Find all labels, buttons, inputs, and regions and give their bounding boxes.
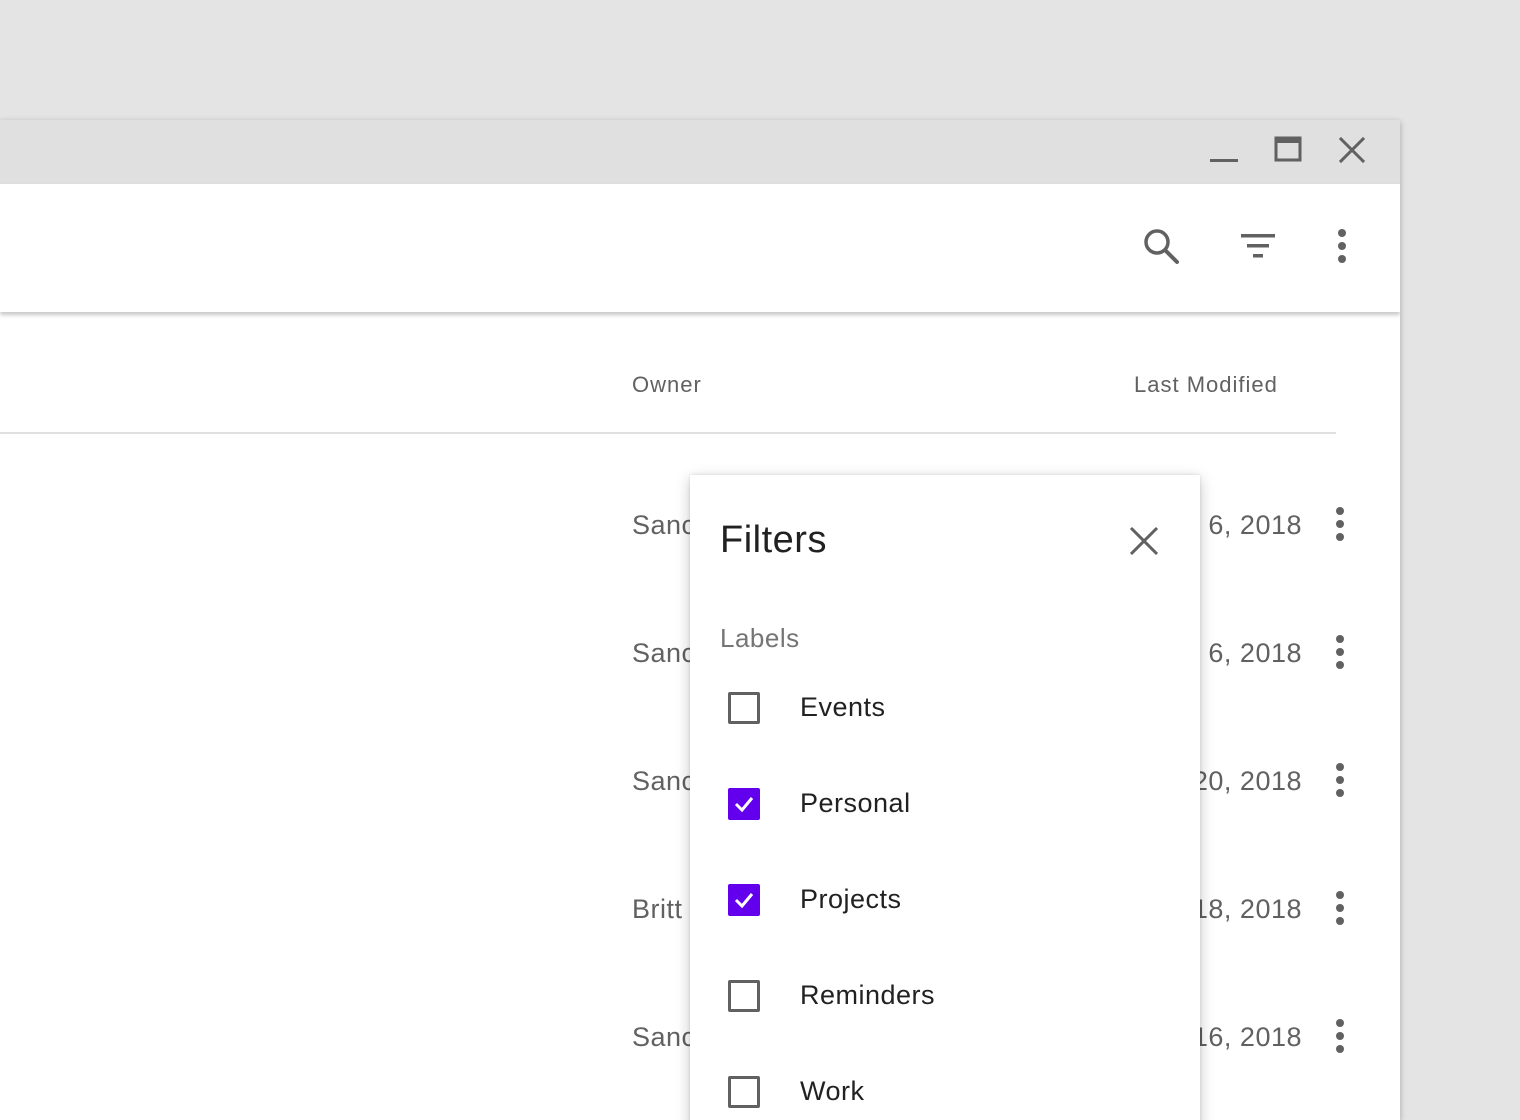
minimize-button[interactable]	[1204, 132, 1244, 172]
close-icon	[1337, 135, 1367, 170]
filters-panel: Filters Labels Events Personal Projects …	[690, 475, 1200, 1120]
top-app-bar	[0, 184, 1400, 312]
more-vert-icon	[1320, 760, 1360, 805]
row-owner: Sanc	[632, 638, 696, 668]
filter-list-icon	[1238, 226, 1278, 271]
filter-option-personal[interactable]: Personal	[720, 774, 1170, 834]
more-vert-icon	[1320, 504, 1360, 549]
window-close-button[interactable]	[1332, 132, 1372, 172]
more-vert-icon	[1320, 888, 1360, 933]
row-owner: Sanc	[632, 510, 696, 540]
more-vert-icon	[1322, 226, 1362, 271]
app-window: Owner Last Modified Sanc 6, 2018 Sanc 6,…	[0, 120, 1400, 1120]
checkbox[interactable]	[728, 980, 760, 1012]
row-date: 6, 2018	[1208, 638, 1302, 668]
filter-option-label: Projects	[800, 884, 902, 914]
search-button[interactable]	[1137, 224, 1185, 272]
row-owner: Sanc	[632, 1022, 696, 1052]
column-header-owner[interactable]: Owner	[632, 372, 702, 398]
row-owner: Sanc	[632, 766, 696, 796]
row-date: 6, 2018	[1208, 510, 1302, 540]
title-bar	[0, 120, 1400, 184]
row-more-button[interactable]	[1320, 506, 1360, 546]
filter-button[interactable]	[1234, 224, 1282, 272]
filter-option-projects[interactable]: Projects	[720, 870, 1170, 930]
filter-option-label: Work	[800, 1076, 865, 1106]
search-icon	[1141, 226, 1181, 271]
checkbox[interactable]	[728, 692, 760, 724]
row-more-button[interactable]	[1320, 634, 1360, 674]
filters-close-button[interactable]	[1120, 519, 1168, 567]
filter-option-reminders[interactable]: Reminders	[720, 966, 1170, 1026]
filters-title: Filters	[720, 519, 827, 561]
row-date: 16, 2018	[1192, 1022, 1302, 1052]
close-icon	[1128, 525, 1160, 562]
checkbox[interactable]	[728, 1076, 760, 1108]
maximize-button[interactable]	[1268, 132, 1308, 172]
row-owner: Britt	[632, 894, 683, 924]
labels-section-heading: Labels	[720, 623, 800, 653]
filter-option-label: Events	[800, 692, 886, 722]
filter-option-events[interactable]: Events	[720, 678, 1170, 738]
row-date: 20, 2018	[1192, 766, 1302, 796]
row-date: 18, 2018	[1192, 894, 1302, 924]
row-more-button[interactable]	[1320, 890, 1360, 930]
filter-option-work[interactable]: Work	[720, 1062, 1170, 1120]
minimize-icon	[1209, 135, 1239, 170]
row-more-button[interactable]	[1320, 762, 1360, 802]
row-more-button[interactable]	[1320, 1018, 1360, 1058]
checkbox[interactable]	[728, 788, 760, 820]
more-vert-icon	[1320, 1016, 1360, 1061]
column-header-last-modified[interactable]: Last Modified	[1134, 372, 1278, 398]
more-options-button[interactable]	[1318, 224, 1366, 272]
filter-option-label: Personal	[800, 788, 911, 818]
filter-option-label: Reminders	[800, 980, 936, 1010]
maximize-icon	[1273, 135, 1303, 170]
more-vert-icon	[1320, 632, 1360, 677]
header-divider	[0, 432, 1336, 434]
checkbox[interactable]	[728, 884, 760, 916]
